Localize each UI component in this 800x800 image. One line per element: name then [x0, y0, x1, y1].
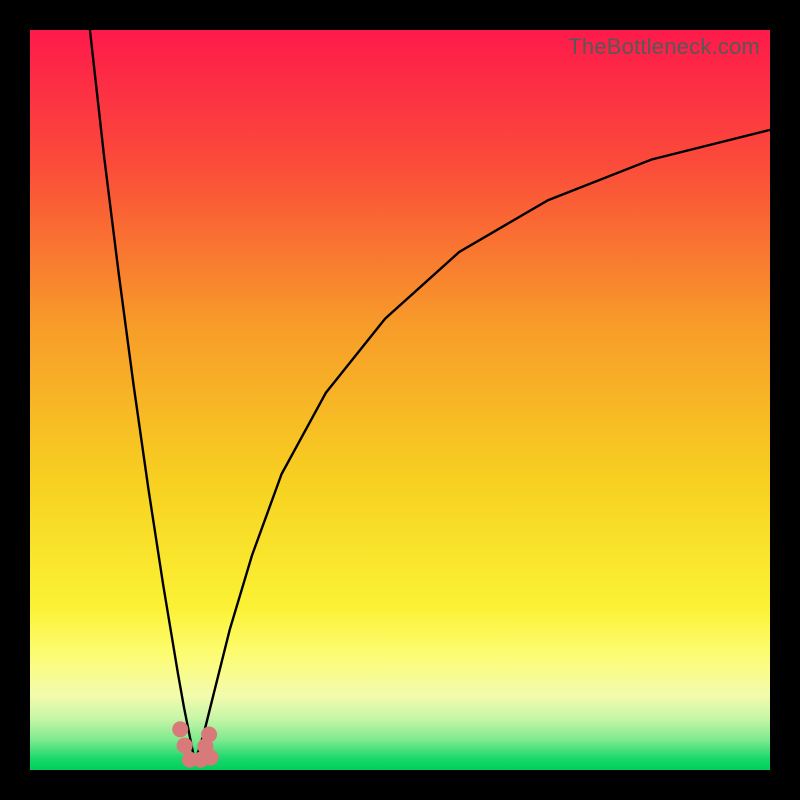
watermark-text: TheBottleneck.com	[568, 34, 760, 60]
optimal-dot	[201, 726, 217, 742]
left-curve	[90, 30, 195, 763]
optimal-dot	[203, 749, 219, 765]
optimal-dot	[177, 738, 193, 754]
optimal-dots-group	[172, 721, 218, 767]
optimal-dot	[172, 721, 188, 737]
chart-frame: TheBottleneck.com	[30, 30, 770, 770]
right-curve	[195, 130, 770, 763]
curve-layer	[30, 30, 770, 770]
